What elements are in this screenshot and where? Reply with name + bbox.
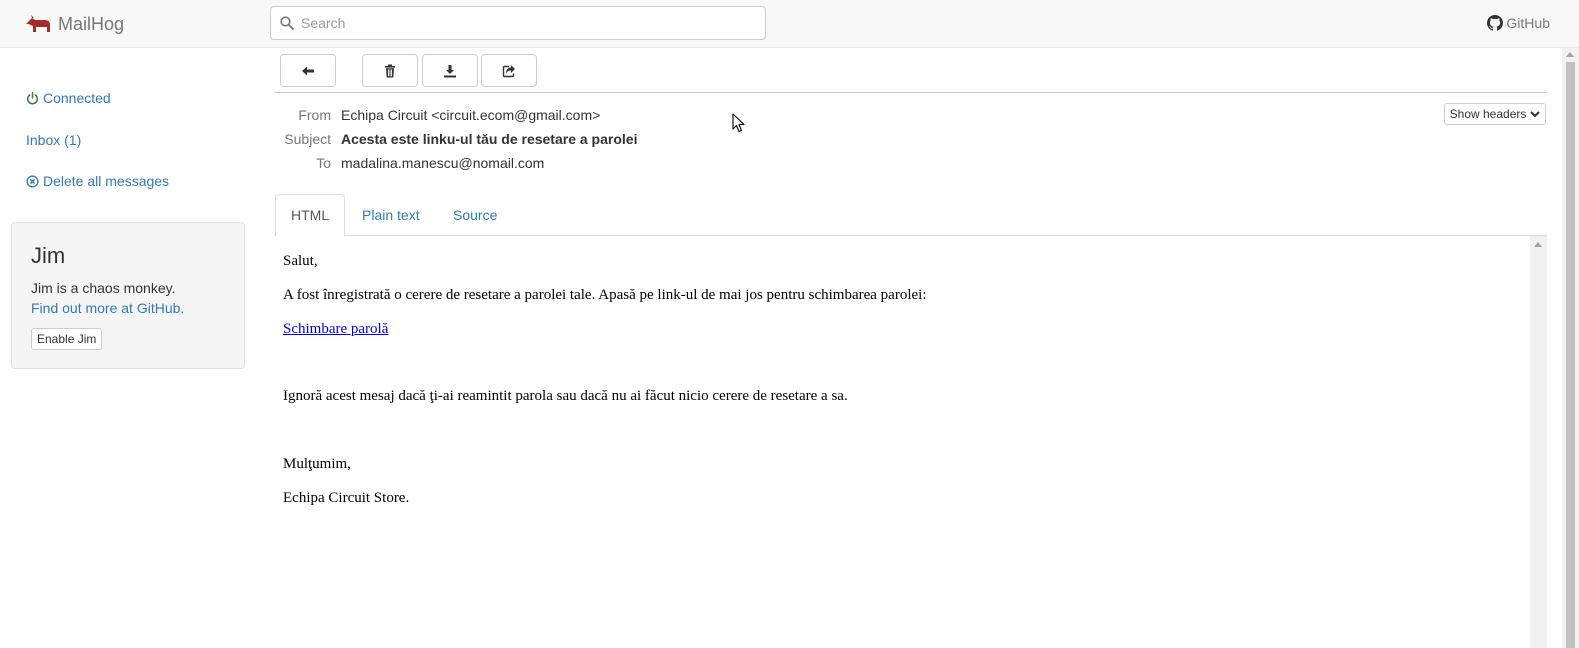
search-icon xyxy=(280,16,294,30)
show-headers-button[interactable]: Show headers xyxy=(1444,103,1546,125)
reset-password-link[interactable]: Schimbare parolă xyxy=(283,321,388,337)
chevron-down-icon xyxy=(1530,111,1541,118)
message-frame-scrollbar[interactable] xyxy=(1530,236,1547,648)
tab-plain-text-label: Plain text xyxy=(362,207,420,223)
back-arrow-icon xyxy=(302,66,314,75)
trash-icon xyxy=(385,64,395,77)
tab-plain-text[interactable]: Plain text xyxy=(347,194,435,236)
page-scrollbar-thumb[interactable] xyxy=(1566,62,1575,648)
jim-description: Jim is a chaos monkey. xyxy=(31,280,176,296)
top-navbar: MailHog GitHub xyxy=(0,0,1579,48)
tab-html-label: HTML xyxy=(291,207,330,223)
jim-panel: Jim Jim is a chaos monkey. Find out more… xyxy=(11,222,245,369)
inbox-label: Inbox (1) xyxy=(26,132,82,148)
email-greeting: Salut, xyxy=(283,253,318,269)
to-label: To xyxy=(316,155,331,171)
email-signature: Echipa Circuit Store. xyxy=(283,490,410,506)
brand-name: MailHog xyxy=(58,13,125,34)
from-label: From xyxy=(298,107,331,123)
tab-source[interactable]: Source xyxy=(438,194,512,236)
remove-circle-icon xyxy=(26,174,39,188)
delete-all-label: Delete all messages xyxy=(43,173,170,189)
search-box[interactable] xyxy=(270,6,766,40)
enable-jim-button[interactable]: Enable Jim xyxy=(31,328,103,350)
download-message-button[interactable] xyxy=(422,54,478,87)
delete-all-messages-link[interactable]: Delete all messages xyxy=(26,173,169,189)
tab-source-label: Source xyxy=(453,207,498,223)
jim-title: Jim xyxy=(31,243,66,268)
power-icon xyxy=(26,91,39,104)
github-icon xyxy=(1487,15,1504,31)
back-button[interactable] xyxy=(280,54,336,87)
tab-html[interactable]: HTML xyxy=(275,194,346,236)
github-label: GitHub xyxy=(1506,15,1550,31)
subject-label: Subject xyxy=(284,131,331,147)
release-message-button[interactable] xyxy=(481,54,537,87)
toolbar-divider xyxy=(274,92,1547,93)
to-value: madalina.manescu@nomail.com xyxy=(341,155,545,171)
github-link[interactable]: GitHub xyxy=(1487,15,1550,31)
brand[interactable]: MailHog xyxy=(26,12,124,36)
show-headers-label: Show headers xyxy=(1449,107,1527,121)
email-line-request: A fost înregistrată o cerere de resetare… xyxy=(283,287,927,303)
from-value: Echipa Circuit <circuit.ecom@gmail.com> xyxy=(341,107,601,123)
page-scroll-up-arrow-icon[interactable] xyxy=(1566,52,1574,57)
scroll-up-arrow-icon[interactable] xyxy=(1534,242,1542,247)
page-scrollbar[interactable] xyxy=(1562,48,1579,648)
mailhog-logo-icon xyxy=(26,15,50,32)
delete-message-button[interactable] xyxy=(362,54,418,87)
download-icon xyxy=(444,64,456,77)
sidebar-item-inbox[interactable]: Inbox (1) xyxy=(26,132,81,148)
connection-status[interactable]: Connected xyxy=(26,90,111,106)
email-line-ignore: Ignoră acest mesaj dacă ţi-ai reamintit … xyxy=(283,388,848,404)
mouse-cursor-icon xyxy=(732,113,745,133)
search-input[interactable] xyxy=(301,8,751,38)
share-icon xyxy=(502,64,515,77)
jim-github-link[interactable]: Find out more at GitHub. xyxy=(31,300,184,316)
connected-label: Connected xyxy=(43,90,111,106)
subject-value: Acesta este linku-ul tău de resetare a p… xyxy=(341,131,638,147)
email-thanks: Mulţumim, xyxy=(283,456,351,472)
